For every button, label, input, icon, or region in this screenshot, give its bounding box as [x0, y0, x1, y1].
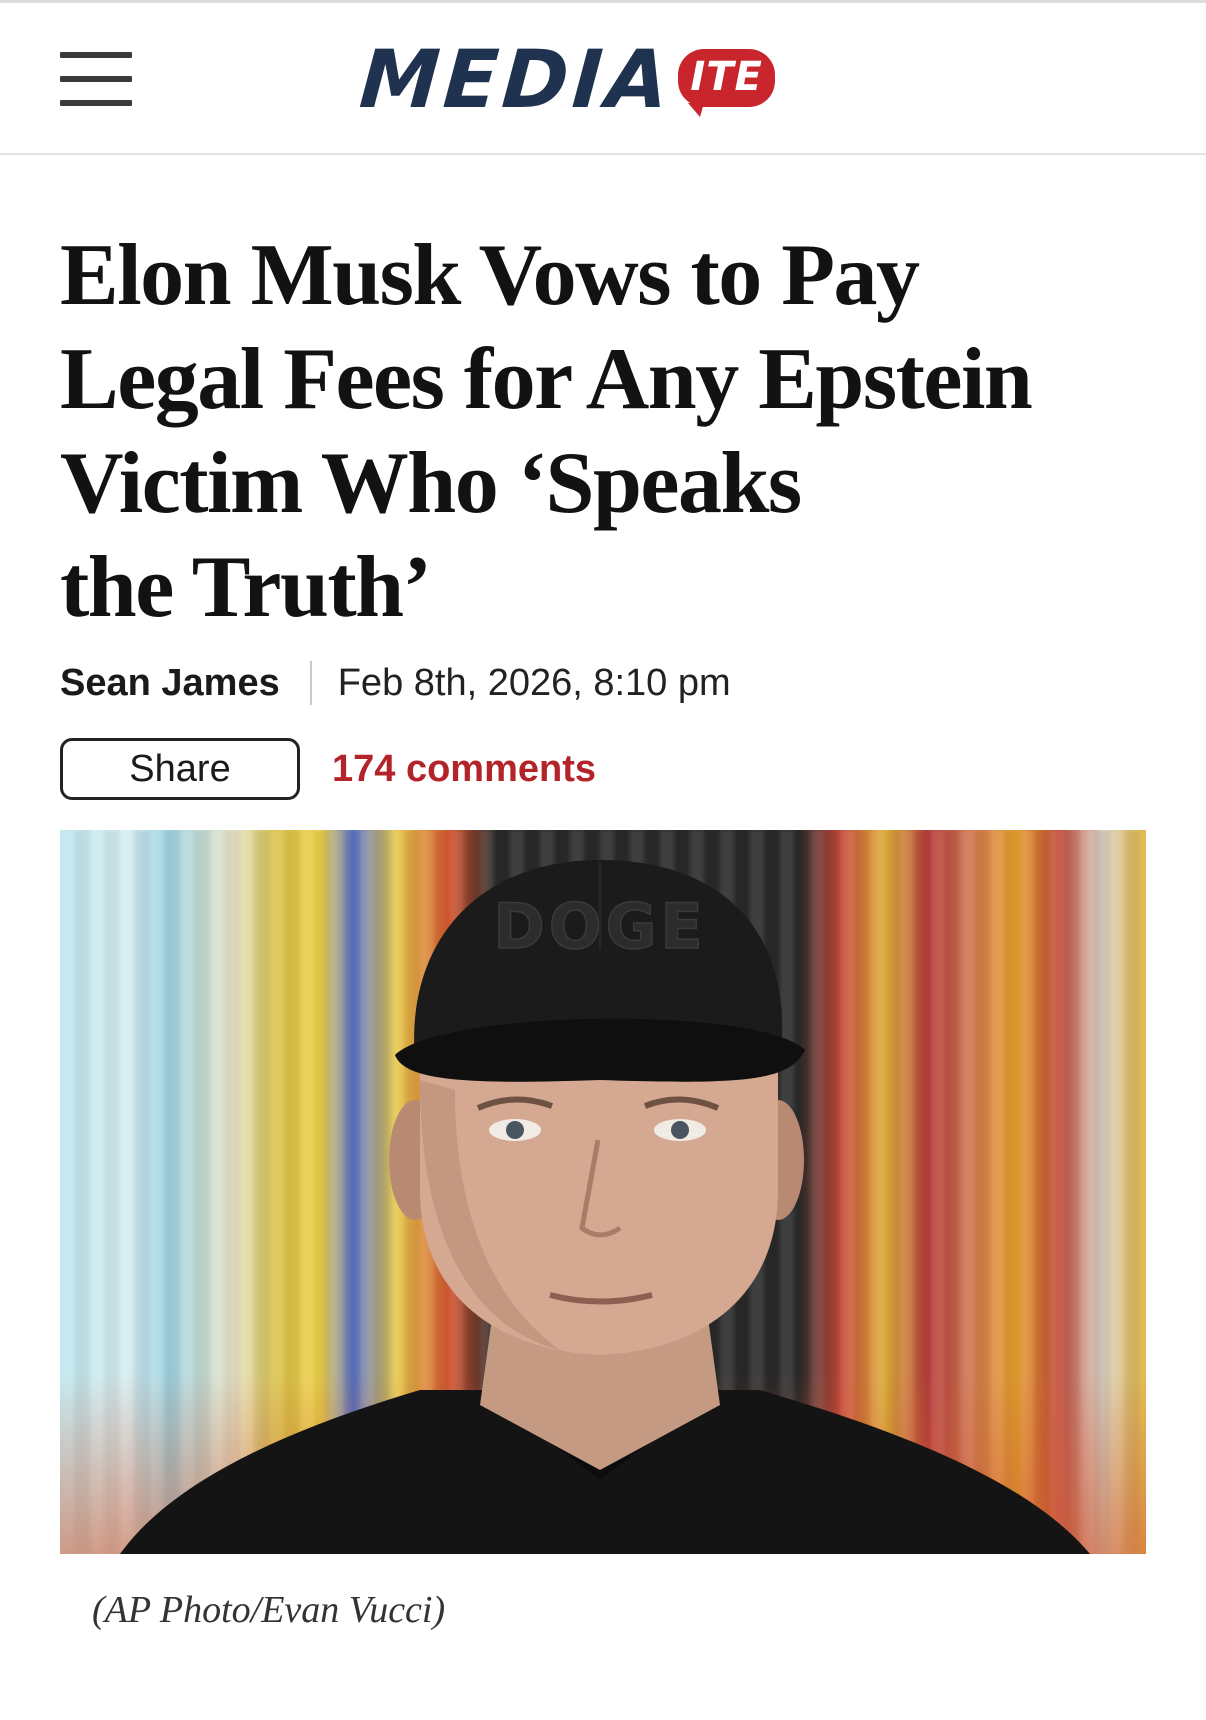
- author-name[interactable]: Sean James: [60, 662, 280, 705]
- site-header: MEDIA ITE: [0, 3, 1206, 155]
- article-byline: Sean James Feb 8th, 2026, 8:10 pm: [60, 660, 731, 706]
- article-headline: Elon Musk Vows to Pay Legal Fees for Any…: [60, 224, 1140, 640]
- menu-bar: [60, 76, 132, 82]
- site-logo[interactable]: MEDIA ITE: [356, 33, 850, 126]
- headline-line: Legal Fees for Any Epstein: [60, 331, 1033, 428]
- headline-line: Elon Musk Vows to Pay: [60, 227, 920, 324]
- share-button[interactable]: Share: [60, 738, 300, 800]
- logo-badge: ITE: [678, 49, 775, 117]
- article-actions: Share 174 comments: [60, 738, 596, 800]
- cap-lettering: DOGE: [493, 890, 706, 963]
- byline-divider: [309, 661, 312, 705]
- photo-subject: DOGE: [120, 860, 1090, 1554]
- hamburger-menu-icon[interactable]: [60, 49, 132, 109]
- comments-link[interactable]: 174 comments: [332, 748, 596, 791]
- photo-caption: (AP Photo/Evan Vucci): [92, 1589, 446, 1631]
- headline-line: the Truth’: [60, 539, 432, 636]
- publish-date: Feb 8th, 2026, 8:10 pm: [337, 661, 731, 704]
- menu-bar: [60, 52, 132, 58]
- menu-bar: [60, 100, 132, 106]
- logo-wordmark: MEDIA: [356, 33, 676, 126]
- headline-line: Victim Who ‘Speaks: [60, 435, 802, 532]
- article-photo: DOGE: [60, 830, 1146, 1554]
